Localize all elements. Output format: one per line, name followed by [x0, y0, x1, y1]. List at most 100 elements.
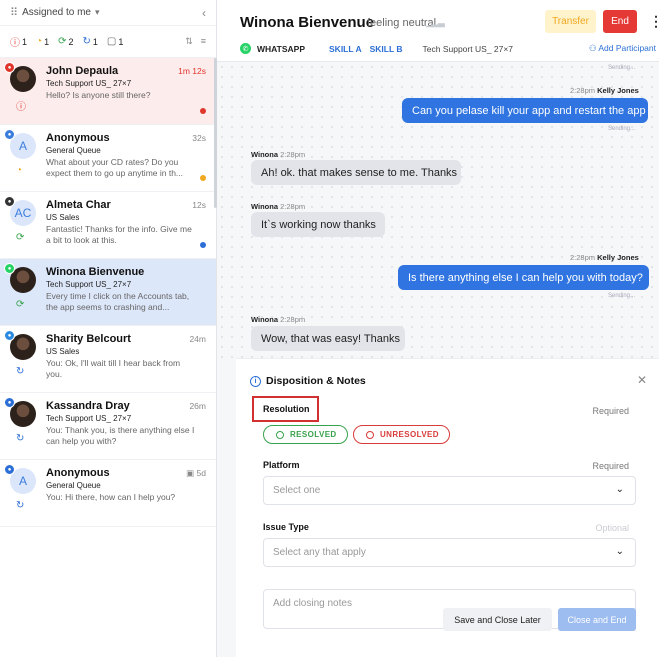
last-message: Every time I click on the Accounts tab, …: [46, 291, 190, 312]
more-options-icon[interactable]: ⋮: [649, 13, 659, 30]
status-filters: ⓘ 1 ◔ 1 ⟳ 2 ↻ 1 ▢ 1 ⇅ ≡: [0, 26, 216, 58]
unresolved-option[interactable]: UNRESOLVED: [353, 425, 450, 444]
end-button[interactable]: End: [603, 10, 637, 33]
grid-icon: ⠿: [10, 7, 19, 19]
elapsed-time: 1m 12s: [178, 66, 206, 76]
radio-icon: [366, 430, 374, 439]
message-meta: Winona 2:28pm: [251, 315, 306, 324]
reply-icon: ↻: [16, 366, 25, 377]
messenger-icon: ●: [4, 464, 15, 475]
panel-title: i Disposition & Notes: [250, 375, 366, 387]
conversation-item[interactable]: A ● ◔ Anonymous General Queue What about…: [0, 125, 216, 192]
add-participant-link[interactable]: ⚇ Add Participant: [589, 43, 656, 54]
unread-dot: [200, 175, 206, 181]
last-message: You: Hi there, how can I help you?: [46, 492, 176, 502]
conversation-panel: Winona Bienvenue feeling neutral ▁▂▃ Tra…: [217, 0, 659, 657]
message-meta: 2:28pm Kelly Jones: [570, 86, 639, 95]
message-meta: 2:28pm Kelly Jones: [570, 253, 639, 262]
list-view-icon[interactable]: ≡: [201, 36, 206, 47]
clock-icon: ◔: [16, 165, 23, 176]
skill-tag: SKILL A: [329, 43, 362, 54]
filter-waiting[interactable]: ◔ 1: [36, 36, 49, 47]
team-label: Tech Support US_ 27×7: [422, 43, 514, 54]
contact-name: Sharity Belcourt: [46, 333, 131, 345]
elapsed-time: ▣ 5d: [186, 468, 206, 478]
conversation-header: Winona Bienvenue feeling neutral ▁▂▃ Tra…: [217, 0, 659, 62]
disposition-panel: i Disposition & Notes ✕ Resolution Requi…: [236, 358, 659, 657]
queue-name: Tech Support US_ 27×7: [46, 414, 132, 423]
contact-name: Anonymous: [46, 467, 110, 479]
platform-label: Platform: [263, 460, 300, 470]
queue-name: Tech Support US_ 27×7: [46, 79, 132, 88]
save-and-close-later-button[interactable]: Save and Close Later: [443, 608, 552, 631]
sidebar-header: ⠿ Assigned to me ▾ ‹: [0, 0, 216, 26]
whatsapp-icon: ●: [4, 263, 15, 274]
alert-icon: ⓘ: [16, 102, 26, 113]
elapsed-time: 12s: [192, 200, 206, 210]
issue-type-label: Issue Type: [263, 522, 309, 532]
conversation-item[interactable]: ● ↻ Sharity Belcourt US Sales You: Ok, I…: [0, 326, 216, 393]
close-and-end-button[interactable]: Close and End: [558, 608, 636, 631]
customer-message: It`s working now thanks: [251, 212, 385, 237]
chrome-icon: ●: [4, 62, 15, 73]
agent-message: Is there anything else I can help you wi…: [398, 265, 649, 290]
unread-dot: [200, 108, 206, 114]
add-user-icon: ⚇: [588, 43, 599, 53]
last-message: Hello? Is anyone still there?: [46, 90, 151, 100]
conversation-item[interactable]: AC ● ⟳ Almeta Char US Sales Fantastic! T…: [0, 192, 216, 259]
platform-select[interactable]: Select one ⌄: [263, 476, 636, 505]
info-icon: i: [250, 375, 261, 387]
collapse-sidebar-icon[interactable]: ‹: [202, 6, 206, 20]
close-icon[interactable]: ✕: [637, 373, 647, 387]
agent-message: Can you pelase kill your app and restart…: [402, 98, 648, 123]
sentiment-bars-icon: ▁▂▃: [426, 17, 445, 27]
conversation-item-selected[interactable]: ● ⟳ Winona Bienvenue Tech Support US_ 27…: [0, 259, 216, 326]
chevron-down-icon[interactable]: ▾: [95, 7, 100, 18]
elapsed-time: 24m: [189, 334, 206, 344]
message-icon: ▣: [186, 468, 195, 478]
ios-icon: ●: [4, 196, 15, 207]
channel-label: WHATSAPP: [257, 43, 306, 54]
required-label: Required: [592, 461, 629, 471]
alert-icon: ⓘ: [10, 38, 20, 49]
queue-filter-label[interactable]: Assigned to me: [22, 7, 91, 18]
web-chat-icon: ●: [4, 129, 15, 140]
customer-message: Wow, that was easy! Thanks: [251, 326, 405, 351]
queue-name: General Queue: [46, 146, 101, 155]
queue-name: US Sales: [46, 347, 80, 356]
reply-icon: ↻: [16, 433, 25, 444]
skill-tag: SKILL B: [369, 43, 403, 54]
contact-name: Winona Bienvenue: [46, 266, 145, 278]
whatsapp-icon: ✆: [240, 43, 251, 54]
chevron-down-icon: ⌄: [615, 546, 624, 557]
chat-transcript: Sending... 2:28pm Kelly Jones Can you pe…: [217, 62, 659, 358]
conversation-item[interactable]: A ● ↻ Anonymous General Queue You: Hi th…: [0, 460, 216, 527]
sort-icon[interactable]: ⇅: [185, 36, 193, 47]
filter-messages[interactable]: ▢ 1: [107, 36, 123, 47]
clock-icon: ◔: [36, 36, 43, 47]
contact-name: Almeta Char: [46, 199, 111, 211]
filter-replied[interactable]: ↻ 1: [82, 36, 97, 47]
elapsed-time: 26m: [189, 401, 206, 411]
conversation-meta: ✆ WHATSAPP SKILL A SKILL B Tech Support …: [240, 43, 659, 54]
issue-type-select[interactable]: Select any that apply ⌄: [263, 538, 636, 567]
optional-label: Optional: [595, 523, 629, 533]
message-meta: Winona 2:28pm: [251, 202, 306, 211]
message-status: Sending...: [608, 126, 636, 132]
message-icon: ▢: [106, 36, 117, 47]
filter-active[interactable]: ⟳ 2: [58, 36, 73, 47]
resolved-option[interactable]: RESOLVED: [263, 425, 348, 444]
chevron-down-icon: ⌄: [615, 484, 624, 495]
messenger-icon: ●: [4, 397, 15, 408]
resolution-label: Resolution: [252, 396, 319, 422]
reply-icon: ↻: [16, 500, 25, 511]
last-message: Fantastic! Thanks for the info. Give me …: [46, 224, 192, 245]
filter-urgent[interactable]: ⓘ 1: [10, 34, 27, 50]
conversation-item[interactable]: ● ↻ Kassandra Dray Tech Support US_ 27×7…: [0, 393, 216, 460]
refresh-icon: ⟳: [16, 232, 25, 243]
transfer-button[interactable]: Transfer: [545, 10, 596, 33]
queue-name: US Sales: [46, 213, 80, 222]
conversation-item[interactable]: ● ⓘ John Depaula Tech Support US_ 27×7 H…: [0, 58, 216, 125]
last-message: You: Thank you, is there anything else I…: [46, 425, 195, 446]
telegram-icon: ●: [4, 330, 15, 341]
